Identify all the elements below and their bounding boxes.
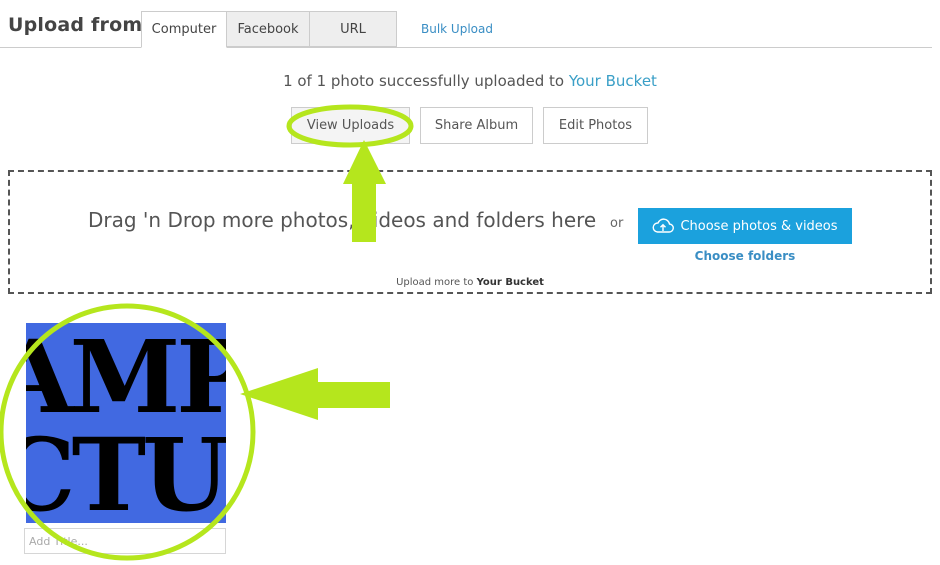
thumbnail-image-text-line1: AMP: [26, 323, 226, 436]
tab-computer[interactable]: Computer: [141, 11, 227, 48]
your-bucket-link[interactable]: Your Bucket: [569, 72, 657, 90]
thumbnail-image-text-line2: CTU: [26, 416, 226, 523]
drop-zone-text: Drag 'n Drop more photos, videos and fol…: [88, 208, 597, 232]
choose-photos-button[interactable]: Choose photos & videos: [638, 208, 852, 244]
photo-title-input[interactable]: [24, 528, 226, 554]
photo-thumbnail[interactable]: AMP CTU: [26, 323, 226, 523]
upload-from-label: Upload from:: [8, 14, 151, 36]
tabs-divider: [0, 47, 932, 48]
upload-more-note: Upload more to Your Bucket: [0, 277, 940, 288]
tab-url[interactable]: URL: [309, 11, 397, 47]
share-album-button[interactable]: Share Album: [420, 107, 533, 144]
upload-page: Upload from: Computer Facebook URL Bulk …: [0, 0, 940, 565]
choose-photos-label: Choose photos & videos: [680, 218, 838, 234]
upload-more-bucket: Your Bucket: [476, 277, 544, 288]
or-label: or: [610, 216, 624, 231]
edit-photos-button[interactable]: Edit Photos: [543, 107, 648, 144]
cloud-upload-icon: [652, 218, 675, 234]
upload-more-text: Upload more to: [396, 277, 477, 288]
view-uploads-button[interactable]: View Uploads: [291, 107, 410, 144]
bulk-upload-link[interactable]: Bulk Upload: [421, 22, 493, 36]
tab-facebook[interactable]: Facebook: [226, 11, 310, 47]
choose-folders-link[interactable]: Choose folders: [638, 249, 852, 263]
status-text: 1 of 1 photo successfully uploaded to: [283, 72, 569, 90]
arrow-left-icon: [240, 368, 390, 420]
upload-status-message: 1 of 1 photo successfully uploaded to Yo…: [0, 72, 940, 90]
